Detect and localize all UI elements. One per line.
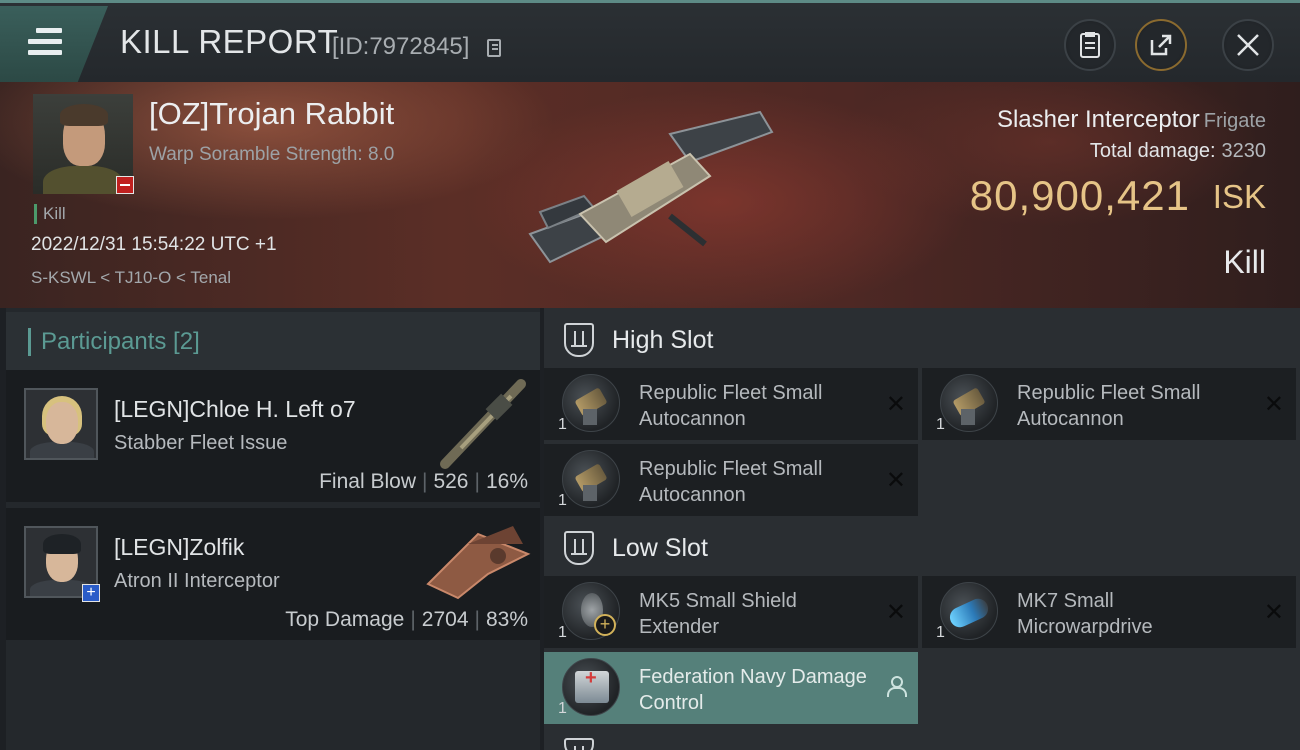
result-label: Kill (1223, 244, 1266, 280)
destroyed-icon: ✕ (1263, 391, 1284, 418)
participant-ship: Stabber Fleet Issue (114, 432, 288, 454)
high-slot-label: High Slot (612, 325, 714, 354)
module-quantity: 1 (558, 416, 567, 433)
module-quantity: 1 (558, 624, 567, 641)
module-quantity: 1 (936, 416, 945, 433)
add-icon: + (594, 614, 616, 636)
fitting-panel: High Slot 1 Republic Fleet Small Autocan… (544, 308, 1300, 750)
microwarpdrive-icon (940, 582, 998, 640)
participants-panel: Participants [2] [LEGN]Chloe H. Left o7 … (6, 308, 540, 750)
low-slot-icon (564, 531, 594, 565)
share-icon (1150, 34, 1172, 56)
module-item[interactable]: 1 Republic Fleet Small Autocannon ✕ (544, 368, 918, 440)
autocannon-icon (562, 374, 620, 432)
participant-ship-image (426, 526, 531, 600)
destroyed-icon: ✕ (885, 391, 906, 418)
participant-row[interactable]: [LEGN]Chloe H. Left o7 Stabber Fleet Iss… (6, 370, 540, 502)
menu-icon (28, 28, 62, 61)
isk-value: 80,900,421 (969, 172, 1190, 219)
module-name: Republic Fleet Small Autocannon (639, 458, 823, 506)
menu-button[interactable] (0, 6, 108, 82)
participant-role: Top Damage (285, 608, 405, 631)
participant-stats: Final Blow | 526 | 16% (319, 470, 528, 493)
victim-banner: [OZ]Trojan Rabbit Warp Soramble Strength… (0, 82, 1300, 308)
friendly-badge-icon: + (82, 584, 100, 602)
module-quantity: 1 (936, 624, 945, 641)
report-button[interactable] (1064, 19, 1116, 71)
kill-timestamp: 2022/12/31 15:54:22 UTC +1 (31, 234, 277, 255)
module-item[interactable]: 1 Republic Fleet Small Autocannon ✕ (922, 368, 1296, 440)
kill-tag: Kill (34, 204, 66, 224)
module-item[interactable]: + 1 MK5 Small Shield Extender ✕ (544, 576, 918, 648)
module-item[interactable]: 1 MK7 Small Microwarpdrive ✕ (922, 576, 1296, 648)
participant-ship: Atron II Interceptor (114, 570, 280, 592)
participant-stats: Top Damage | 2704 | 83% (285, 608, 528, 631)
participant-percent: 83% (485, 608, 528, 631)
close-icon (1237, 34, 1259, 56)
avatar[interactable] (24, 388, 98, 460)
mid-slot-header (544, 734, 1300, 750)
module-name: Republic Fleet Small Autocannon (1017, 382, 1201, 430)
participant-row[interactable]: + [LEGN]Zolfik Atron II Interceptor Top … (6, 508, 540, 640)
destroyed-icon: ✕ (885, 467, 906, 494)
clipboard-icon (1080, 32, 1100, 58)
participant-ship-image (440, 379, 526, 469)
module-quantity: 1 (558, 700, 567, 717)
damage-control-icon (562, 658, 620, 716)
isk-unit: ISK (1212, 178, 1266, 215)
close-button[interactable] (1222, 19, 1274, 71)
participant-damage: 2704 (421, 608, 469, 631)
destroyed-icon: ✕ (1263, 599, 1284, 626)
victim-ship[interactable]: Slasher Interceptor Frigate (997, 106, 1266, 134)
destroyed-icon: ✕ (885, 599, 906, 626)
module-quantity: 1 (558, 492, 567, 509)
module-name: Federation Navy Damage Control (639, 666, 867, 714)
module-item[interactable]: 1 Republic Fleet Small Autocannon ✕ (544, 444, 918, 516)
total-damage-label: Total damage: (1089, 140, 1216, 162)
victim-name[interactable]: [OZ]Trojan Rabbit (149, 96, 394, 132)
mid-slot-icon (564, 738, 594, 750)
share-button[interactable] (1135, 19, 1187, 71)
participant-percent: 16% (485, 470, 528, 493)
dropped-person-icon (886, 676, 907, 697)
participant-damage: 526 (433, 470, 469, 493)
page-title: KILL REPORT (120, 23, 339, 60)
module-item[interactable]: 1 Federation Navy Damage Control (544, 652, 918, 724)
module-name: MK5 Small Shield Extender (639, 590, 797, 638)
autocannon-icon (562, 450, 620, 508)
ship-class: Frigate (1203, 110, 1266, 132)
total-damage: Total damage: 3230 (1090, 140, 1266, 163)
ship-name: Slasher Interceptor (996, 106, 1200, 133)
high-slot-header: High Slot (544, 312, 1300, 368)
copy-icon[interactable] (487, 39, 501, 57)
participant-role: Final Blow (319, 470, 416, 493)
participants-header: Participants [2] (6, 312, 540, 370)
low-slot-header: Low Slot (544, 520, 1300, 576)
total-damage-value: 3230 (1221, 140, 1267, 162)
participants-label: Participants [2] (28, 328, 200, 356)
low-slot-label: Low Slot (612, 533, 708, 562)
module-name: Republic Fleet Small Autocannon (639, 382, 823, 430)
warp-scramble-strength: Warp Soramble Strength: 8.0 (149, 144, 395, 165)
high-slot-icon (564, 323, 594, 357)
participant-name: [LEGN]Chloe H. Left o7 (114, 396, 356, 422)
kill-location[interactable]: S-KSWL < TJ10-O < Tenal (31, 268, 231, 288)
report-id: [ID:7972845] (332, 33, 470, 60)
autocannon-icon (940, 374, 998, 432)
module-name: MK7 Small Microwarpdrive (1017, 590, 1153, 638)
victim-ship-image[interactable] (520, 104, 780, 274)
participant-name: [LEGN]Zolfik (114, 534, 245, 560)
hostile-badge-icon (116, 176, 134, 194)
header-bar: KILL REPORT [ID:7972845] (0, 0, 1300, 82)
